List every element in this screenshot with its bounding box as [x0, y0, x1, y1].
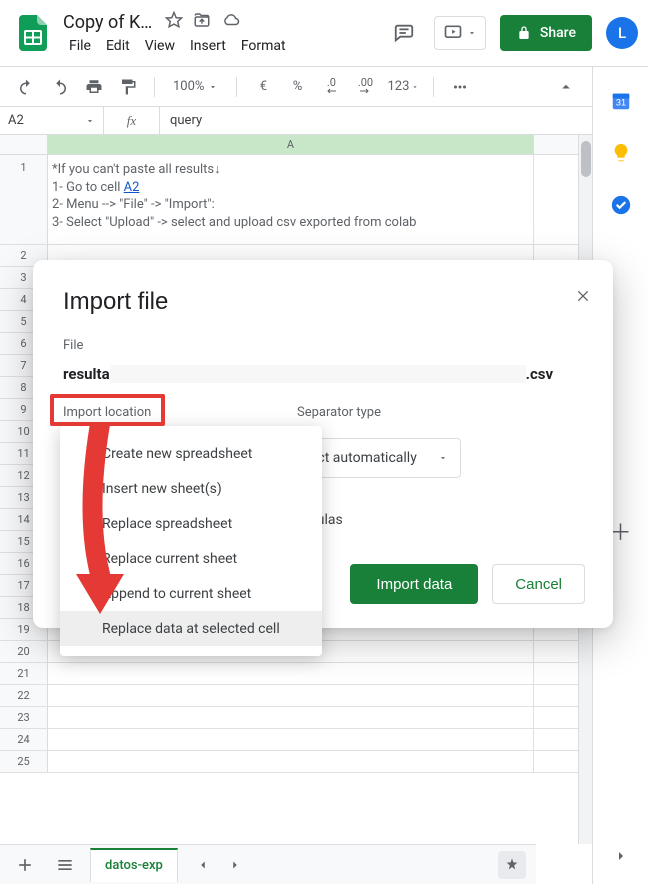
- comments-icon[interactable]: [388, 17, 420, 49]
- file-label: File: [63, 338, 583, 353]
- currency-button[interactable]: €: [249, 73, 277, 101]
- column-headers: A: [0, 135, 592, 155]
- cell-link-a2[interactable]: A2: [124, 180, 140, 195]
- separator-type-label: Separator type: [297, 405, 461, 420]
- add-sheet-button[interactable]: [10, 850, 40, 880]
- calendar-addon-icon[interactable]: 31: [609, 89, 633, 113]
- table-row: 22: [0, 685, 592, 707]
- paint-format-icon[interactable]: [114, 73, 142, 101]
- app-header: Copy of K… File Edit View Insert Format: [0, 0, 648, 67]
- formula-bar: A2 fx query: [0, 107, 592, 135]
- dialog-close-button[interactable]: [575, 288, 591, 309]
- cell[interactable]: [48, 685, 534, 706]
- chevron-down-icon: [438, 453, 448, 463]
- zoom-select[interactable]: 100%: [167, 79, 224, 94]
- formula-input[interactable]: query: [160, 113, 592, 128]
- percent-button[interactable]: %: [283, 73, 311, 101]
- table-row: 23: [0, 707, 592, 729]
- row-header[interactable]: 24: [0, 729, 48, 750]
- row-header[interactable]: 22: [0, 685, 48, 706]
- cell[interactable]: *If you can't paste all results↓ 1- Go t…: [48, 155, 534, 244]
- import-data-button[interactable]: Import data: [350, 564, 478, 604]
- sheet-next-button[interactable]: [220, 850, 250, 880]
- table-row: 1*If you can't paste all results↓ 1- Go …: [0, 155, 592, 245]
- sheet-tab-active[interactable]: datos-exp: [90, 848, 178, 882]
- zoom-value: 100%: [173, 79, 204, 94]
- menu-edit[interactable]: Edit: [100, 36, 136, 56]
- collapse-toolbar-icon[interactable]: [552, 73, 580, 101]
- file-name-display: resulta .csv: [63, 365, 583, 383]
- cell[interactable]: [48, 663, 534, 684]
- annotation-highlight-box: [50, 394, 165, 426]
- more-toolbar-icon[interactable]: [446, 73, 474, 101]
- menu-format[interactable]: Format: [235, 36, 292, 56]
- toolbar: 100% € % .0 .00 123: [0, 67, 592, 107]
- avatar-initial: L: [618, 24, 626, 42]
- row-header[interactable]: 23: [0, 707, 48, 728]
- select-all-corner[interactable]: [0, 135, 48, 154]
- account-avatar[interactable]: L: [606, 17, 638, 49]
- doc-meta: Copy of K… File Edit View Insert Format: [63, 11, 292, 56]
- separator-value: ect automatically: [310, 450, 417, 466]
- filename-redacted: [110, 365, 526, 383]
- explore-button[interactable]: [498, 851, 526, 879]
- table-row: 21: [0, 663, 592, 685]
- row-header[interactable]: 1: [0, 155, 48, 244]
- menu-insert[interactable]: Insert: [184, 36, 232, 56]
- side-panel-collapse-icon[interactable]: [609, 844, 633, 868]
- cancel-button[interactable]: Cancel: [492, 564, 585, 604]
- row-header[interactable]: 25: [0, 751, 48, 772]
- row-header[interactable]: 20: [0, 641, 48, 662]
- cell[interactable]: [48, 729, 534, 750]
- fx-icon: fx: [104, 107, 160, 134]
- cloud-status-icon[interactable]: [221, 11, 241, 34]
- redo-icon[interactable]: [46, 73, 74, 101]
- all-sheets-button[interactable]: [50, 850, 80, 880]
- move-icon[interactable]: [193, 11, 211, 34]
- decrease-decimal-button[interactable]: .0: [317, 73, 345, 101]
- column-header-a[interactable]: A: [48, 135, 534, 154]
- name-box-value: A2: [8, 113, 24, 128]
- import-location-dropdown: Create new spreadsheetInsert new sheet(s…: [60, 426, 322, 656]
- tasks-addon-icon[interactable]: [609, 193, 633, 217]
- dropdown-item[interactable]: Replace spreadsheet: [60, 506, 322, 541]
- dropdown-item[interactable]: Insert new sheet(s): [60, 471, 322, 506]
- table-row: 25: [0, 751, 592, 773]
- format-123-button[interactable]: 123: [385, 73, 421, 101]
- menu-bar: File Edit View Insert Format: [63, 36, 292, 56]
- keep-addon-icon[interactable]: [609, 141, 633, 165]
- dropdown-item[interactable]: Replace data at selected cell: [60, 611, 322, 646]
- undo-icon[interactable]: [12, 73, 40, 101]
- row-header[interactable]: 21: [0, 663, 48, 684]
- svg-text:31: 31: [615, 98, 625, 108]
- menu-file[interactable]: File: [63, 36, 97, 56]
- scrollbar-thumb[interactable]: [581, 141, 591, 177]
- dropdown-item[interactable]: Append to current sheet: [60, 576, 322, 611]
- dialog-title: Import file: [63, 288, 583, 316]
- dropdown-item[interactable]: Create new spreadsheet: [60, 436, 322, 471]
- print-icon[interactable]: [80, 73, 108, 101]
- star-icon[interactable]: [165, 11, 183, 34]
- dropdown-item[interactable]: Replace current sheet: [60, 541, 322, 576]
- present-button[interactable]: [434, 16, 486, 50]
- menu-view[interactable]: View: [139, 36, 181, 56]
- sheet-tab-label: datos-exp: [105, 858, 163, 873]
- cell[interactable]: [48, 751, 534, 772]
- doc-title[interactable]: Copy of K…: [63, 12, 152, 33]
- sheet-prev-button[interactable]: [188, 850, 218, 880]
- sheets-logo-icon[interactable]: [15, 15, 51, 51]
- increase-decimal-button[interactable]: .00: [351, 73, 379, 101]
- table-row: 24: [0, 729, 592, 751]
- sheet-tab-bar: datos-exp: [0, 844, 536, 884]
- share-label: Share: [540, 25, 576, 41]
- cell[interactable]: [48, 707, 534, 728]
- name-box[interactable]: A2: [0, 107, 104, 134]
- share-button[interactable]: Share: [500, 15, 592, 51]
